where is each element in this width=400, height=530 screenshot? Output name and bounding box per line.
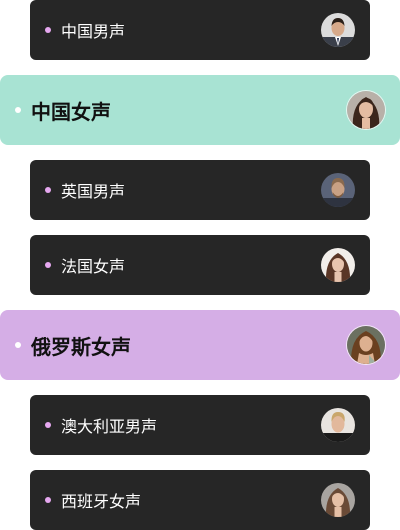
female-portrait-icon: [347, 91, 385, 129]
male-portrait-icon: [321, 408, 355, 442]
female-portrait-icon: [347, 326, 385, 364]
voice-label: 中国女声: [31, 99, 111, 124]
bullet-dot: [45, 422, 51, 428]
bullet-dot: [45, 27, 51, 33]
bullet-dot: [15, 107, 21, 113]
bullet-dot: [15, 342, 21, 348]
male-portrait-icon: [321, 13, 355, 47]
voice-label: 西班牙女声: [61, 492, 142, 511]
voice-item-british-male[interactable]: 英国男声: [30, 160, 370, 220]
female-portrait-icon: [321, 483, 355, 517]
male-portrait-icon: [321, 173, 355, 207]
voice-item-chinese-female[interactable]: 中国女声: [0, 75, 400, 145]
female-portrait-icon: [321, 248, 355, 282]
voice-item-australian-male[interactable]: 澳大利亚男声: [30, 395, 370, 455]
voice-item-russian-female[interactable]: 俄罗斯女声: [0, 310, 400, 380]
voice-item-chinese-male[interactable]: 中国男声: [30, 0, 370, 60]
bullet-dot: [45, 262, 51, 268]
bullet-dot: [45, 187, 51, 193]
bullet-dot: [45, 497, 51, 503]
voice-item-spanish-female[interactable]: 西班牙女声: [30, 470, 370, 530]
voice-label: 中国男声: [61, 22, 126, 41]
voice-label: 俄罗斯女声: [31, 334, 131, 359]
voice-label: 澳大利亚男声: [61, 417, 158, 436]
voice-label: 法国女声: [61, 257, 126, 276]
voice-item-french-female[interactable]: 法国女声: [30, 235, 370, 295]
voice-label: 英国男声: [61, 182, 126, 201]
voice-list: 中国男声 中国女声 英国男声 法国女声 俄罗斯女声 澳大利亚男声 西班牙女声: [0, 0, 400, 530]
